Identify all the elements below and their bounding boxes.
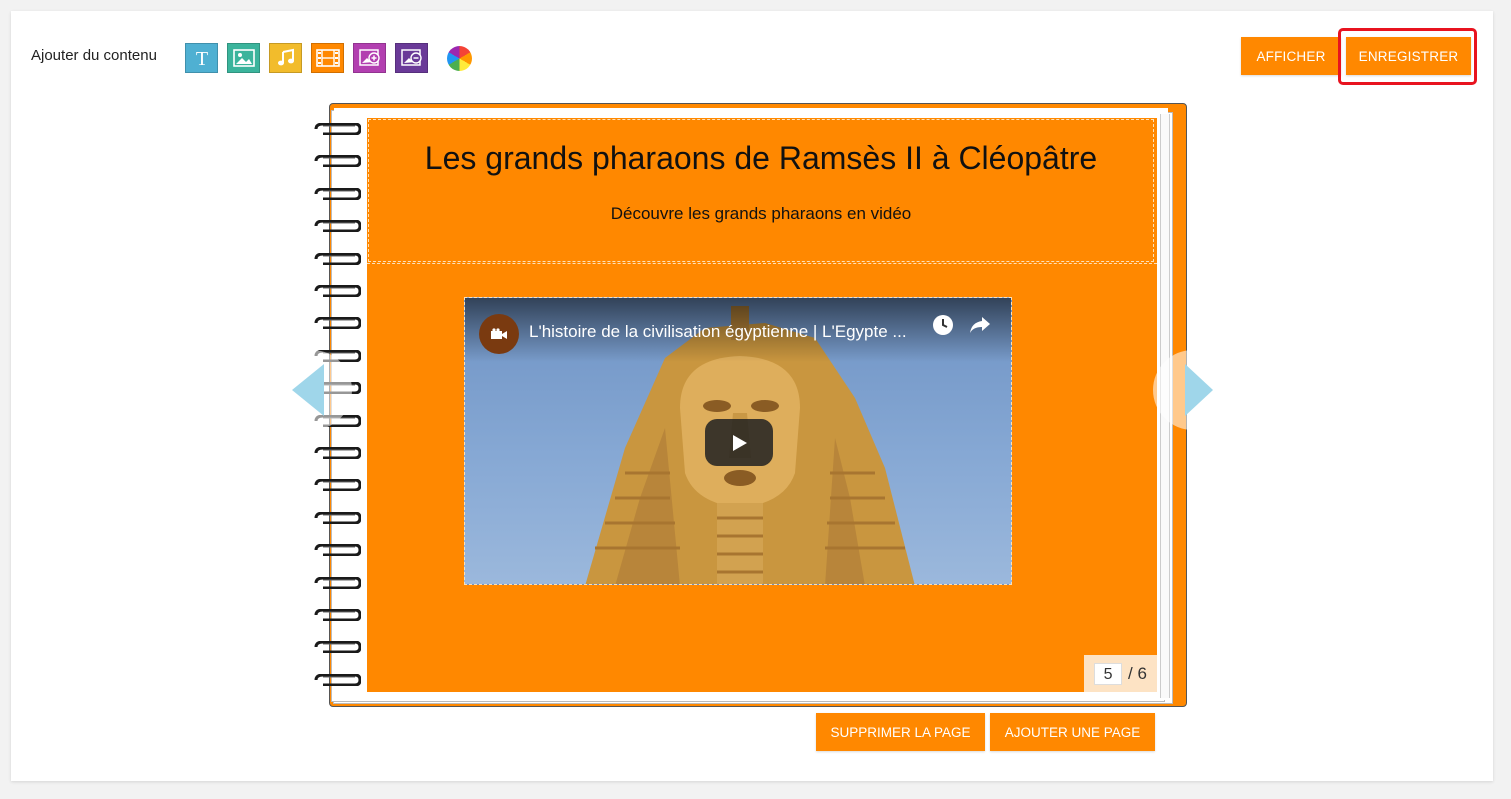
binding-ring (314, 252, 361, 265)
binding-ring (314, 544, 361, 557)
binding-ring (314, 673, 361, 686)
video-embed[interactable]: L'histoire de la civilisation égyptienne… (464, 297, 1012, 585)
binding-ring (314, 220, 361, 233)
color-wheel-icon[interactable] (447, 46, 472, 71)
add-image-icon (358, 49, 380, 66)
image-tool-button[interactable] (227, 43, 260, 73)
video-title[interactable]: L'histoire de la civilisation égyptienne… (529, 322, 907, 342)
page-counter: 5 / 6 (1084, 655, 1157, 692)
music-icon (277, 48, 294, 66)
text-icon: T (195, 48, 207, 68)
binding-ring (314, 641, 361, 654)
add-image-tool-button[interactable] (353, 43, 386, 73)
play-icon (733, 434, 747, 451)
page-total: / 6 (1128, 663, 1147, 683)
binding-ring (314, 479, 361, 492)
page-title: Les grands pharaons de Ramsès II à Cléop… (424, 140, 1098, 176)
binding-ring (314, 285, 361, 297)
delete-page-button[interactable]: SUPPRIMER LA PAGE (816, 713, 985, 751)
film-icon (315, 49, 340, 67)
image-icon (232, 49, 255, 67)
share-icon[interactable] (968, 314, 992, 336)
binding-ring (314, 511, 361, 524)
binding-ring (314, 447, 361, 459)
afficher-button[interactable]: AFFICHER (1241, 37, 1341, 75)
add-page-button[interactable]: AJOUTER UNE PAGE (990, 713, 1155, 751)
page-subtitle: Découvre les grands pharaons en vidéo (610, 204, 912, 223)
next-page-button[interactable] (1153, 350, 1233, 430)
remove-image-tool-button[interactable] (395, 43, 428, 73)
binding-ring (314, 123, 361, 135)
title-block[interactable]: Les grands pharaons de Ramsès II à Cléop… (368, 119, 1154, 262)
camera-icon (491, 328, 507, 339)
remove-image-icon (400, 49, 422, 66)
video-tool-button[interactable] (311, 43, 344, 73)
binding-ring (314, 187, 361, 200)
add-content-label: Ajouter du contenu (31, 47, 157, 64)
audio-tool-button[interactable] (269, 43, 302, 73)
play-button[interactable] (705, 419, 773, 466)
clock-icon[interactable] (931, 313, 955, 337)
channel-avatar[interactable] (479, 314, 519, 354)
notebook-page: Les grands pharaons de Ramsès II à Cléop… (367, 118, 1157, 692)
page-number-input[interactable]: 5 (1094, 662, 1123, 685)
section-divider (367, 263, 1157, 264)
binding-ring (314, 317, 361, 330)
svg-text:T: T (195, 48, 207, 68)
binding-ring (314, 576, 361, 589)
previous-page-button[interactable] (272, 350, 352, 430)
binding-ring (314, 155, 361, 168)
arrow-right-icon (1185, 364, 1213, 416)
enregistrer-highlight (1338, 28, 1477, 85)
binding-ring (314, 609, 361, 621)
text-tool-button[interactable]: T (185, 43, 218, 73)
arrow-left-icon (292, 364, 324, 416)
